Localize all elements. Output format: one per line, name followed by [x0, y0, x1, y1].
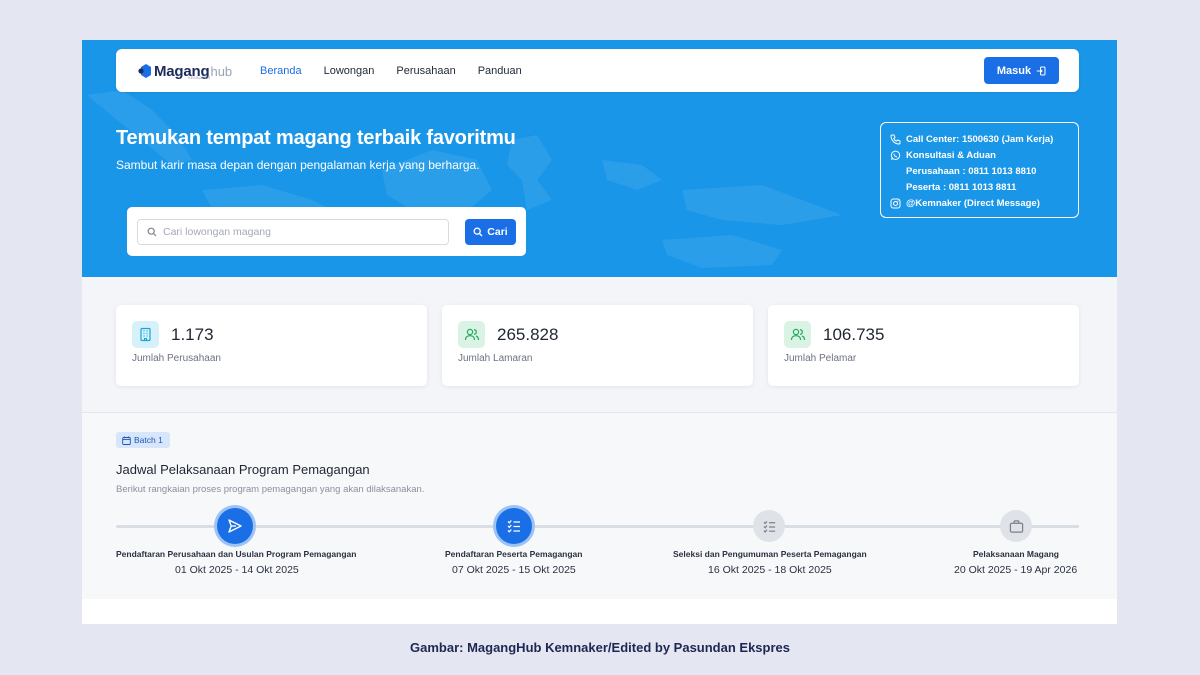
stat-label-applications: Jumlah Lamaran [458, 353, 533, 364]
call-center-text: Call Center: 1500630 (Jam Kerja) [906, 133, 1054, 145]
search-icon [147, 227, 157, 237]
instagram-line[interactable]: @Kemnaker (Direct Message) [890, 195, 1078, 211]
batch-badge: Batch 1 [116, 432, 170, 448]
stats-section: 1.173 Jumlah Perusahaan 265.828 Jumlah L… [82, 277, 1117, 412]
users-icon [458, 321, 485, 348]
logo-sub-text: hub [210, 63, 233, 79]
step-date-company-registration: 01 Okt 2025 - 14 Okt 2025 [175, 564, 299, 576]
participant-phone-text: Peserta : 0811 1013 8811 [906, 181, 1017, 193]
magang-hub-logo[interactable]: Magang hub KEMNAKER [138, 59, 232, 83]
users-icon [784, 321, 811, 348]
nav-link-beranda[interactable]: Beranda [260, 65, 302, 77]
search-button-icon [473, 227, 483, 237]
stat-value-applications: 265.828 [497, 325, 559, 344]
step-title-company-registration: Pendaftaran Perusahaan dan Usulan Progra… [116, 549, 357, 559]
calendar-icon [122, 436, 131, 445]
image-caption: Gambar: MagangHub Kemnaker/Edited by Pas… [410, 640, 790, 655]
step-title-internship: Pelaksanaan Magang [973, 549, 1059, 559]
call-center-line[interactable]: Call Center: 1500630 (Jam Kerja) [890, 131, 1078, 147]
send-icon [217, 508, 253, 544]
building-icon [132, 321, 159, 348]
logo-mark-icon [138, 64, 151, 78]
search-card: Cari lowongan magang Cari [127, 207, 526, 256]
search-placeholder: Cari lowongan magang [163, 226, 271, 238]
checklist-icon [496, 508, 532, 544]
batch-badge-label: Batch 1 [134, 435, 163, 445]
hero-banner: Magang hub KEMNAKER Beranda Lowongan Per… [82, 40, 1117, 277]
browser-frame: Magang hub KEMNAKER Beranda Lowongan Per… [82, 40, 1117, 624]
stat-label-companies: Jumlah Perusahaan [132, 353, 221, 364]
stat-value-companies: 1.173 [171, 325, 214, 344]
stat-value-applicants: 106.735 [823, 325, 885, 344]
participant-phone-line[interactable]: Peserta : 0811 1013 8811 [890, 179, 1078, 195]
search-input[interactable]: Cari lowongan magang [137, 219, 449, 245]
search-button[interactable]: Cari [465, 219, 516, 245]
stat-card-companies: 1.173 Jumlah Perusahaan [116, 305, 427, 386]
nav-link-lowongan[interactable]: Lowongan [324, 65, 375, 77]
nav-links: Beranda Lowongan Perusahaan Panduan [260, 49, 544, 92]
schedule-title: Jadwal Pelaksanaan Program Pemagangan [116, 462, 370, 477]
schedule-subtitle: Berikut rangkaian proses program pemagan… [116, 484, 425, 495]
hero-title: Temukan tempat magang terbaik favoritmu [116, 127, 516, 149]
nav-link-perusahaan[interactable]: Perusahaan [396, 65, 455, 77]
step-date-selection: 16 Okt 2025 - 18 Okt 2025 [708, 564, 832, 576]
step-title-selection: Seleksi dan Pengumuman Peserta Pemaganga… [673, 549, 867, 559]
login-button-label: Masuk [996, 64, 1032, 77]
hero-subtitle: Sambut karir masa depan dengan pengalama… [116, 158, 480, 172]
whatsapp-icon [890, 150, 901, 160]
instagram-icon [890, 198, 901, 208]
checklist-icon [753, 510, 785, 542]
step-title-participant-registration: Pendaftaran Peserta Pemagangan [445, 549, 583, 559]
company-phone-text: Perusahaan : 0811 1013 8810 [906, 165, 1037, 177]
phone-icon [890, 134, 901, 145]
briefcase-icon [1000, 510, 1032, 542]
timeline-track [116, 525, 1079, 528]
logo-tagline: KEMNAKER [188, 75, 211, 80]
nav-link-panduan[interactable]: Panduan [478, 65, 522, 77]
login-icon [1036, 66, 1046, 75]
search-button-label: Cari [487, 226, 508, 238]
contact-info-box: Call Center: 1500630 (Jam Kerja) Konsult… [880, 122, 1079, 218]
stat-card-applications: 265.828 Jumlah Lamaran [442, 305, 753, 386]
stat-label-applicants: Jumlah Pelamar [784, 353, 857, 364]
consult-title: Konsultasi & Aduan [906, 149, 996, 161]
login-button[interactable]: Masuk [984, 57, 1059, 84]
instagram-text: @Kemnaker (Direct Message) [906, 197, 1040, 209]
company-phone-line[interactable]: Perusahaan : 0811 1013 8810 [890, 163, 1078, 179]
step-date-participant-registration: 07 Okt 2025 - 15 Okt 2025 [452, 564, 576, 576]
step-date-internship: 20 Okt 2025 - 19 Apr 2026 [954, 564, 1078, 576]
consult-line[interactable]: Konsultasi & Aduan [890, 147, 1078, 163]
stat-card-applicants: 106.735 Jumlah Pelamar [768, 305, 1079, 386]
top-navbar: Magang hub KEMNAKER Beranda Lowongan Per… [116, 49, 1079, 92]
schedule-section: Batch 1 Jadwal Pelaksanaan Program Pemag… [82, 413, 1117, 599]
